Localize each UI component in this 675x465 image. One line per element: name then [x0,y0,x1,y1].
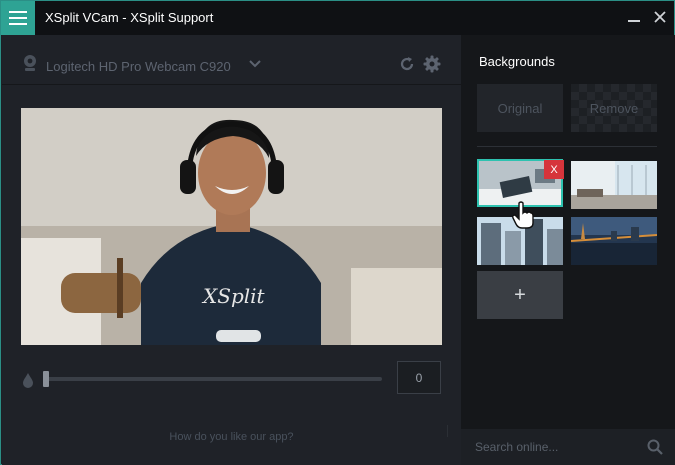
menu-icon [9,11,27,25]
droplet-icon [23,373,33,388]
cursor-hand-icon [512,201,534,229]
search-online-bar [461,429,675,465]
camera-name[interactable]: Logitech HD Pro Webcam C920 [46,59,231,74]
delete-background-button[interactable]: X [544,160,564,179]
minimize-button[interactable] [626,9,642,25]
background-thumbnail-bright-interior[interactable] [571,161,657,209]
add-background-button[interactable]: + [477,271,563,319]
divider [477,146,657,147]
webcam-icon [24,55,36,71]
divider [447,425,448,437]
gear-icon[interactable] [423,55,441,73]
chevron-down-icon[interactable] [248,59,262,69]
camera-preview: XSplit [21,108,442,345]
background-thumbnail-city-bridge-night[interactable] [571,217,657,265]
menu-button[interactable] [1,1,35,35]
app-window: XSplit VCam - XSplit Support Logitech HD… [0,0,675,465]
backgrounds-title: Backgrounds [479,54,555,69]
refresh-icon[interactable] [399,56,415,72]
remove-button[interactable]: Remove [571,84,657,132]
close-icon [654,11,666,23]
svg-text:XSplit: XSplit [201,284,266,308]
blur-slider-track[interactable] [46,377,382,381]
window-title: XSplit VCam - XSplit Support [45,10,214,25]
camera-selector-bar[interactable]: Logitech HD Pro Webcam C920 [2,35,461,85]
close-button[interactable] [652,9,668,25]
feedback-link[interactable]: How do you like our app? [2,431,461,443]
search-input[interactable] [461,429,675,465]
search-icon[interactable] [647,439,663,455]
title-bar: XSplit VCam - XSplit Support [1,1,674,35]
blur-value-field[interactable]: 0 [397,361,441,394]
camera-panel: Logitech HD Pro Webcam C920 XSplit 0 How… [2,35,461,465]
blur-slider-handle[interactable] [43,371,49,387]
minimize-icon [628,20,640,22]
original-button[interactable]: Original [477,84,563,132]
webcam-feed-image: XSplit [21,108,442,345]
backgrounds-panel: Backgrounds Original Remove + Search onl… [461,35,675,465]
